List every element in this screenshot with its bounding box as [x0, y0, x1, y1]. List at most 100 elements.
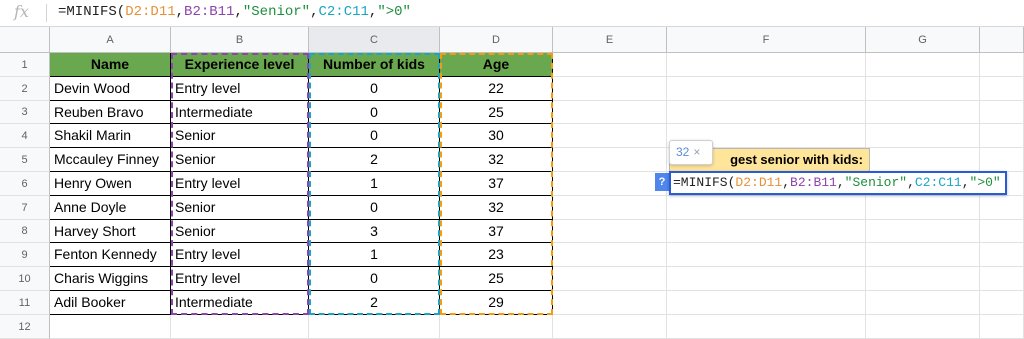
cell[interactable]	[980, 315, 1024, 339]
row-header-7[interactable]: 7	[0, 196, 50, 220]
table-cell[interactable]: 30	[440, 124, 553, 148]
table-cell[interactable]: Adil Booker	[50, 291, 171, 315]
cell[interactable]	[980, 220, 1024, 243]
cell[interactable]	[866, 77, 980, 101]
table-cell[interactable]: Shakil Marin	[50, 124, 171, 148]
row-header-5[interactable]: 5	[0, 148, 50, 172]
row-header-2[interactable]: 2	[0, 77, 50, 101]
cell[interactable]	[980, 243, 1024, 267]
cell[interactable]	[980, 53, 1024, 77]
cell[interactable]	[553, 101, 667, 124]
close-icon[interactable]: ×	[693, 145, 700, 159]
table-cell[interactable]: 2	[309, 148, 440, 172]
table-cell[interactable]: Senior	[171, 148, 309, 172]
formula-input[interactable]: =MINIFS(D2:D11,B2:B11,"Senior",C2:C11,">…	[58, 4, 411, 20]
table-cell[interactable]: 22	[440, 77, 553, 101]
cell[interactable]	[553, 53, 667, 77]
cell[interactable]	[553, 124, 667, 148]
cell[interactable]	[553, 196, 667, 220]
column-header-f[interactable]: F	[667, 27, 866, 53]
table-cell[interactable]: Harvey Short	[50, 220, 171, 243]
table-cell[interactable]: Entry level	[171, 77, 309, 101]
cell[interactable]	[667, 101, 866, 124]
cell[interactable]	[553, 172, 667, 196]
cell[interactable]	[866, 267, 980, 291]
select-all-corner[interactable]	[0, 27, 50, 53]
cell[interactable]	[309, 315, 440, 339]
table-cell[interactable]: Senior	[171, 124, 309, 148]
cell[interactable]	[866, 53, 980, 77]
table-cell[interactable]: 37	[440, 172, 553, 196]
table-cell[interactable]: Senior	[171, 220, 309, 243]
cell[interactable]	[980, 267, 1024, 291]
row-header-9[interactable]: 9	[0, 243, 50, 267]
cell[interactable]	[866, 243, 980, 267]
cell[interactable]	[171, 315, 309, 339]
table-cell[interactable]: Charis Wiggins	[50, 267, 171, 291]
table-cell[interactable]: Anne Doyle	[50, 196, 171, 220]
table-cell[interactable]: Reuben Bravo	[50, 101, 171, 124]
column-header-b[interactable]: B	[171, 27, 309, 53]
table-cell[interactable]: Entry level	[171, 243, 309, 267]
cell[interactable]	[980, 77, 1024, 101]
table-cell[interactable]: Intermediate	[171, 291, 309, 315]
cell[interactable]	[980, 148, 1024, 172]
column-title-cell[interactable]: Name	[50, 53, 171, 77]
table-cell[interactable]: Henry Owen	[50, 172, 171, 196]
row-header-10[interactable]: 10	[0, 267, 50, 291]
cell[interactable]	[553, 148, 667, 172]
cell[interactable]	[980, 101, 1024, 124]
column-header-g[interactable]: G	[866, 27, 980, 53]
cell[interactable]	[866, 220, 980, 243]
cell[interactable]	[667, 77, 866, 101]
cell[interactable]	[866, 101, 980, 124]
column-header-a[interactable]: A	[50, 27, 171, 53]
table-cell[interactable]: 32	[440, 196, 553, 220]
cell[interactable]	[667, 53, 866, 77]
cell[interactable]	[553, 267, 667, 291]
column-title-cell[interactable]: Number of kids	[309, 53, 440, 77]
cell[interactable]	[667, 243, 866, 267]
table-cell[interactable]: Entry level	[171, 267, 309, 291]
row-header-1[interactable]: 1	[0, 53, 50, 77]
cell[interactable]	[866, 124, 980, 148]
cell[interactable]	[667, 267, 866, 291]
column-header-c[interactable]: C	[309, 27, 440, 53]
column-header-d[interactable]: D	[440, 27, 553, 53]
row-header-3[interactable]: 3	[0, 101, 50, 124]
table-cell[interactable]: Senior	[171, 196, 309, 220]
cell[interactable]	[866, 291, 980, 315]
cell[interactable]	[667, 220, 866, 243]
cell[interactable]	[667, 315, 866, 339]
table-cell[interactable]: 25	[440, 101, 553, 124]
table-cell[interactable]: 32	[440, 148, 553, 172]
row-header-12[interactable]: 12	[0, 315, 50, 339]
table-cell[interactable]: Entry level	[171, 172, 309, 196]
table-cell[interactable]: 0	[309, 196, 440, 220]
cell[interactable]	[866, 315, 980, 339]
row-header-11[interactable]: 11	[0, 291, 50, 315]
table-cell[interactable]: 0	[309, 101, 440, 124]
cell[interactable]	[866, 196, 980, 220]
table-cell[interactable]: 1	[309, 243, 440, 267]
row-header-4[interactable]: 4	[0, 124, 50, 148]
table-cell[interactable]: 37	[440, 220, 553, 243]
formula-result-preview[interactable]: 32 ×	[669, 140, 713, 165]
column-title-cell[interactable]: Age	[440, 53, 553, 77]
cell[interactable]	[866, 148, 980, 172]
cell[interactable]	[667, 291, 866, 315]
table-cell[interactable]: 23	[440, 243, 553, 267]
row-header-6[interactable]: 6	[0, 172, 50, 196]
table-cell[interactable]: 2	[309, 291, 440, 315]
column-title-cell[interactable]: Experience level	[171, 53, 309, 77]
table-cell[interactable]: 0	[309, 267, 440, 291]
cell[interactable]	[553, 315, 667, 339]
formula-help-button[interactable]: ?	[655, 173, 669, 191]
table-cell[interactable]: 0	[309, 77, 440, 101]
table-cell[interactable]: Intermediate	[171, 101, 309, 124]
column-header-e[interactable]: E	[553, 27, 667, 53]
row-header-8[interactable]: 8	[0, 220, 50, 243]
cell[interactable]	[553, 220, 667, 243]
table-cell[interactable]: Fenton Kennedy	[50, 243, 171, 267]
table-cell[interactable]: 0	[309, 124, 440, 148]
